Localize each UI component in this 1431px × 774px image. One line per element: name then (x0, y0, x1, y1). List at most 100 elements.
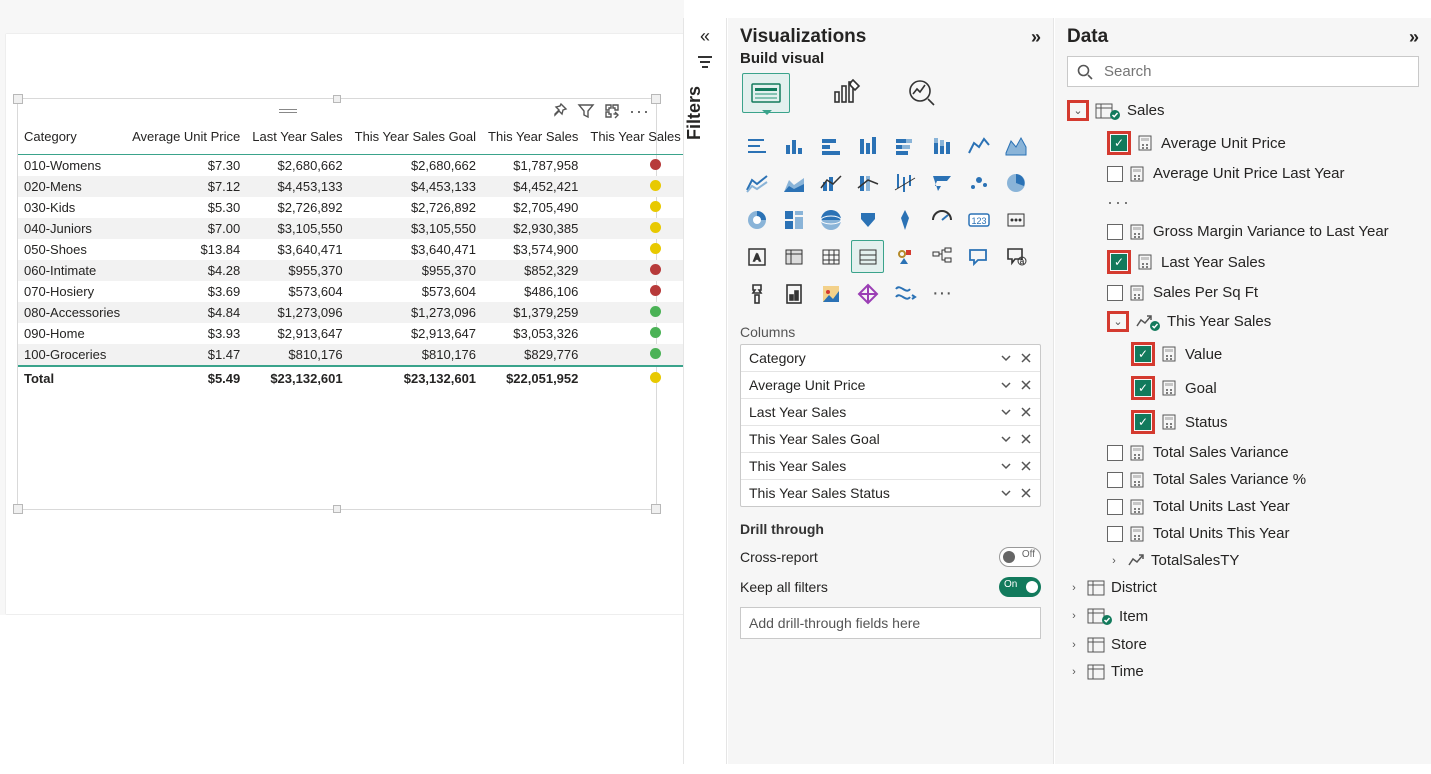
resize-handle[interactable] (651, 94, 661, 104)
format-visual-tab[interactable] (826, 73, 866, 113)
chevron-down-icon[interactable] (1000, 352, 1012, 364)
build-visual-tab[interactable] (742, 73, 790, 113)
chevron-down-icon[interactable] (1000, 433, 1012, 445)
viz-type-button[interactable] (777, 129, 810, 162)
chevron-right-icon[interactable]: › (1107, 555, 1121, 567)
tree-row[interactable]: ✓Average Unit Price (1067, 126, 1419, 160)
tree-row[interactable]: ✓Value (1067, 337, 1419, 371)
viz-type-button[interactable] (999, 129, 1032, 162)
table-row[interactable]: 090-Home$3.93$2,913,647$2,913,647$3,053,… (18, 323, 727, 344)
remove-icon[interactable] (1020, 487, 1032, 499)
filters-pane-collapsed[interactable]: « Filters (683, 18, 727, 764)
viz-type-button[interactable] (999, 203, 1032, 236)
field-checkbox[interactable] (1107, 499, 1123, 515)
viz-type-button[interactable] (962, 166, 995, 199)
remove-icon[interactable] (1020, 433, 1032, 445)
tree-row[interactable]: ··· (1067, 187, 1419, 218)
expand-icon[interactable]: « (684, 26, 726, 47)
tree-row[interactable]: ›District (1067, 574, 1419, 601)
field-well-item[interactable]: This Year Sales Status (741, 479, 1040, 506)
table-row[interactable]: 060-Intimate$4.28$955,370$955,370$852,32… (18, 260, 727, 281)
viz-type-button[interactable]: 123 (962, 203, 995, 236)
resize-handle[interactable] (13, 94, 23, 104)
collapse-icon[interactable]: » (1031, 27, 1041, 48)
table-row[interactable]: 080-Accessories$4.84$1,273,096$1,273,096… (18, 302, 727, 323)
column-header[interactable]: This Year Sales (482, 123, 584, 155)
viz-type-button[interactable] (777, 240, 810, 273)
tree-row[interactable]: Sales Per Sq Ft (1067, 279, 1419, 306)
field-checkbox[interactable]: ✓ (1111, 254, 1127, 270)
viz-type-button[interactable] (888, 203, 921, 236)
tree-row[interactable]: Gross Margin Variance to Last Year (1067, 218, 1419, 245)
tree-row[interactable]: ✓Last Year Sales (1067, 245, 1419, 279)
tree-row[interactable]: Average Unit Price Last Year (1067, 160, 1419, 187)
column-header[interactable]: Average Unit Price (126, 123, 246, 155)
viz-type-button[interactable] (740, 166, 773, 199)
resize-handle[interactable] (13, 504, 23, 514)
viz-type-button[interactable] (925, 129, 958, 162)
chevron-right-icon[interactable]: › (1067, 639, 1081, 651)
viz-type-button[interactable] (925, 240, 958, 273)
chevron-right-icon[interactable]: › (1067, 582, 1081, 594)
tree-row[interactable]: Total Units Last Year (1067, 493, 1419, 520)
viz-type-button[interactable] (888, 240, 921, 273)
drag-grip-icon[interactable] (278, 101, 298, 121)
tree-row[interactable]: ✓Goal (1067, 371, 1419, 405)
remove-icon[interactable] (1020, 379, 1032, 391)
viz-type-button[interactable] (814, 166, 847, 199)
tree-row[interactable]: ›TotalSalesTY (1067, 547, 1419, 574)
viz-type-button[interactable]: A (740, 240, 773, 273)
remove-icon[interactable] (1020, 460, 1032, 472)
chevron-down-icon[interactable]: ⌄ (1111, 315, 1125, 328)
remove-icon[interactable] (1020, 352, 1032, 364)
field-checkbox[interactable] (1107, 285, 1123, 301)
columns-field-well[interactable]: CategoryAverage Unit PriceLast Year Sale… (740, 344, 1041, 507)
more-icon[interactable]: ··· (1107, 192, 1131, 213)
field-well-item[interactable]: Category (741, 345, 1040, 371)
table-row[interactable]: 070-Hosiery$3.69$573,604$573,604$486,106 (18, 281, 727, 302)
search-box[interactable] (1067, 56, 1419, 87)
tree-row[interactable]: ⌄Sales (1067, 95, 1419, 126)
viz-type-button[interactable] (851, 203, 884, 236)
viz-type-button[interactable] (851, 240, 884, 273)
viz-type-button[interactable]: ··· (925, 277, 958, 310)
field-well-item[interactable]: This Year Sales Goal (741, 425, 1040, 452)
drill-through-dropzone[interactable]: Add drill-through fields here (740, 607, 1041, 639)
table-row[interactable]: 030-Kids$5.30$2,726,892$2,726,892$2,705,… (18, 197, 727, 218)
viz-type-button[interactable] (777, 277, 810, 310)
analytics-tab[interactable] (902, 73, 942, 113)
field-checkbox[interactable]: ✓ (1135, 380, 1151, 396)
field-checkbox[interactable] (1107, 445, 1123, 461)
viz-type-button[interactable] (814, 277, 847, 310)
viz-type-button[interactable] (888, 166, 921, 199)
collapse-icon[interactable]: » (1409, 27, 1419, 48)
tree-row[interactable]: ›Time (1067, 658, 1419, 685)
resize-handle[interactable] (333, 505, 341, 513)
table-row[interactable]: 100-Groceries$1.47$810,176$810,176$829,7… (18, 344, 727, 366)
viz-type-button[interactable] (851, 166, 884, 199)
viz-type-button[interactable] (740, 277, 773, 310)
tree-row[interactable]: ✓Status (1067, 405, 1419, 439)
chevron-right-icon[interactable]: › (1067, 610, 1081, 622)
search-input[interactable] (1102, 62, 1410, 81)
table-visual[interactable]: ··· CategoryAverage Unit PriceLast Year … (17, 98, 657, 510)
chevron-down-icon[interactable]: ⌄ (1071, 104, 1085, 117)
pin-icon[interactable] (551, 102, 569, 120)
viz-type-button[interactable] (814, 129, 847, 162)
field-checkbox[interactable] (1107, 166, 1123, 182)
resize-handle[interactable] (651, 504, 661, 514)
field-checkbox[interactable] (1107, 472, 1123, 488)
table-row[interactable]: 050-Shoes$13.84$3,640,471$3,640,471$3,57… (18, 239, 727, 260)
viz-type-button[interactable] (814, 203, 847, 236)
column-header[interactable]: This Year Sales Goal (349, 123, 482, 155)
viz-type-button[interactable] (962, 129, 995, 162)
viz-type-button[interactable] (999, 166, 1032, 199)
focus-mode-icon[interactable] (603, 102, 621, 120)
field-checkbox[interactable]: ✓ (1135, 346, 1151, 362)
chevron-down-icon[interactable] (1000, 379, 1012, 391)
viz-type-button[interactable] (851, 129, 884, 162)
field-checkbox[interactable]: ✓ (1135, 414, 1151, 430)
chevron-down-icon[interactable] (1000, 460, 1012, 472)
viz-type-button[interactable] (925, 166, 958, 199)
field-well-item[interactable]: Average Unit Price (741, 371, 1040, 398)
